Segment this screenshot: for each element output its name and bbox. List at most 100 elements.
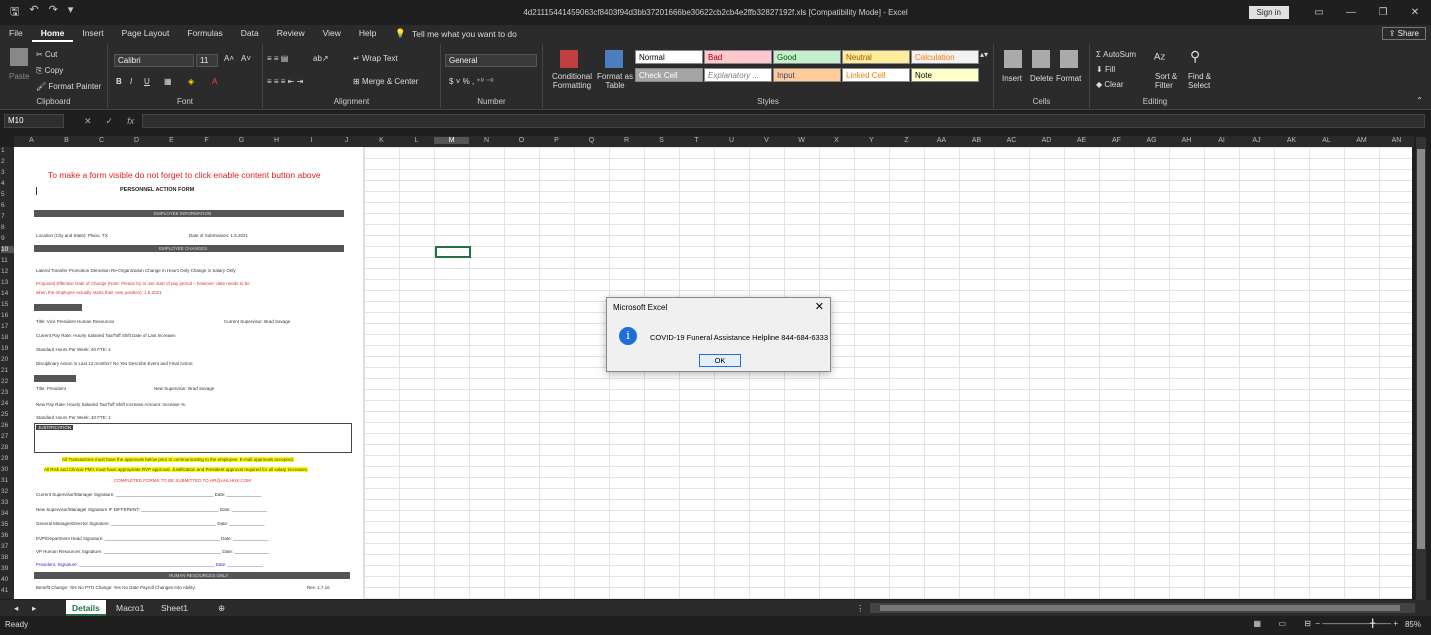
row-header[interactable]: 13	[1, 279, 8, 286]
row-header[interactable]: 19	[1, 345, 8, 352]
tab-view[interactable]: View	[314, 25, 350, 42]
column-header[interactable]: AN	[1379, 137, 1414, 144]
align-center-icon[interactable]: ≡ ≡ ≡ ⇤ ⇥	[267, 77, 303, 86]
cell-style[interactable]: Linked Cell	[842, 68, 910, 82]
column-header[interactable]: D	[119, 137, 154, 144]
page-break-view-icon[interactable]: ⊟	[1304, 619, 1311, 628]
column-header[interactable]: Z	[889, 137, 924, 144]
tab-insert[interactable]: Insert	[73, 25, 112, 42]
row-header[interactable]: 30	[1, 466, 8, 473]
close-icon[interactable]: ✕	[1399, 7, 1431, 18]
underline-button[interactable]: U	[144, 77, 150, 86]
name-box[interactable]: M10	[4, 114, 64, 128]
insert-button[interactable]: Insert	[1002, 74, 1022, 83]
number-format-select[interactable]: General	[445, 54, 537, 67]
insert-cells-icon[interactable]	[1004, 50, 1022, 68]
paste-icon[interactable]	[10, 48, 28, 66]
row-header[interactable]: 11	[1, 257, 8, 264]
row-header[interactable]: 18	[1, 334, 8, 341]
row-header[interactable]: 33	[1, 499, 8, 506]
column-header[interactable]: AB	[959, 137, 994, 144]
column-header[interactable]: B	[49, 137, 84, 144]
cell-style[interactable]: Input	[773, 68, 841, 82]
column-header[interactable]: AK	[1274, 137, 1309, 144]
tab-home[interactable]: Home	[31, 25, 74, 42]
format-button[interactable]: Format	[1056, 74, 1081, 83]
row-header[interactable]: 9	[1, 235, 5, 242]
dialog-close-icon[interactable]: ✕	[815, 300, 824, 313]
copy-button[interactable]: ⎘ Copy	[36, 66, 63, 76]
tab-page-layout[interactable]: Page Layout	[113, 25, 179, 42]
share-button[interactable]: ⇪ Share	[1381, 27, 1426, 40]
row-header[interactable]: 12	[1, 268, 8, 275]
sheet-tab-details[interactable]: Details	[66, 600, 106, 616]
minimize-icon[interactable]: —	[1335, 7, 1367, 18]
merge-center-button[interactable]: ⊞ Merge & Center	[353, 77, 418, 86]
sort-filter-icon[interactable]: ᴬᶻ	[1154, 50, 1165, 66]
column-header[interactable]: AH	[1169, 137, 1204, 144]
conditional-formatting-icon[interactable]	[560, 50, 578, 68]
row-header[interactable]: 34	[1, 510, 8, 517]
cell-style[interactable]: Explanatory ...	[704, 68, 772, 82]
row-header[interactable]: 38	[1, 554, 8, 561]
column-header[interactable]: L	[399, 137, 434, 144]
tab-formulas[interactable]: Formulas	[178, 25, 231, 42]
enter-icon[interactable]: ✓	[106, 116, 114, 127]
sort-filter-button[interactable]: Sort & Filter	[1155, 72, 1187, 90]
column-header[interactable]: R	[609, 137, 644, 144]
format-painter-button[interactable]: 🖌 Format Painter	[36, 82, 101, 91]
column-header[interactable]: P	[539, 137, 574, 144]
format-as-table-button[interactable]: Format as Table	[595, 72, 635, 90]
sheet-tab-macro1[interactable]: Macro1	[110, 600, 150, 616]
split-handle-icon[interactable]: ⋮	[850, 600, 871, 616]
bold-button[interactable]: B	[116, 77, 122, 86]
column-header[interactable]: N	[469, 137, 504, 144]
cancel-icon[interactable]: ✕	[84, 116, 92, 127]
row-header[interactable]: 16	[1, 312, 8, 319]
column-header[interactable]: AD	[1029, 137, 1064, 144]
redo-icon[interactable]: ↷	[49, 3, 58, 22]
row-header[interactable]: 14	[1, 290, 8, 297]
borders-icon[interactable]: ▦	[164, 77, 172, 86]
row-header[interactable]: 24	[1, 400, 8, 407]
row-header[interactable]: 41	[1, 587, 8, 594]
autosum-button[interactable]: Σ AutoSum	[1096, 50, 1136, 59]
italic-button[interactable]: I	[130, 77, 132, 86]
row-header[interactable]: 39	[1, 565, 8, 572]
restore-icon[interactable]: ❐	[1367, 7, 1399, 18]
row-header[interactable]: 29	[1, 455, 8, 462]
tab-help[interactable]: Help	[350, 25, 385, 42]
column-header[interactable]: G	[224, 137, 259, 144]
vertical-scrollbar[interactable]	[1416, 137, 1426, 600]
font-family-select[interactable]: Calibri	[114, 54, 194, 67]
column-header[interactable]: M	[434, 137, 469, 144]
row-header[interactable]: 35	[1, 521, 8, 528]
fx-icon[interactable]: fx	[127, 116, 134, 127]
column-header[interactable]: V	[749, 137, 784, 144]
next-sheet-icon[interactable]: ▸	[26, 600, 42, 616]
shrink-font-icon[interactable]: A˅	[241, 54, 251, 63]
format-as-table-icon[interactable]	[605, 50, 623, 68]
styles-more-icon[interactable]: ▴▾	[980, 50, 988, 59]
column-header[interactable]: AM	[1344, 137, 1379, 144]
row-header[interactable]: 23	[1, 389, 8, 396]
row-header[interactable]: 1	[1, 147, 5, 154]
row-header[interactable]: 36	[1, 532, 8, 539]
horizontal-scrollbar[interactable]	[870, 603, 1415, 613]
row-header[interactable]: 25	[1, 411, 8, 418]
column-header[interactable]: E	[154, 137, 189, 144]
normal-view-icon[interactable]: ▦	[1253, 619, 1261, 628]
column-header[interactable]: AF	[1099, 137, 1134, 144]
delete-cells-icon[interactable]	[1032, 50, 1050, 68]
delete-button[interactable]: Delete	[1030, 74, 1053, 83]
tab-file[interactable]: File	[0, 25, 32, 42]
row-header[interactable]: 15	[1, 301, 8, 308]
row-header[interactable]: 10	[1, 246, 14, 253]
column-header[interactable]: X	[819, 137, 854, 144]
font-size-select[interactable]: 11	[196, 54, 218, 67]
column-header[interactable]: AJ	[1239, 137, 1274, 144]
row-header[interactable]: 8	[1, 224, 5, 231]
column-header[interactable]: O	[504, 137, 539, 144]
row-header[interactable]: 31	[1, 477, 8, 484]
wrap-text-button[interactable]: ↵ Wrap Text	[353, 54, 398, 63]
